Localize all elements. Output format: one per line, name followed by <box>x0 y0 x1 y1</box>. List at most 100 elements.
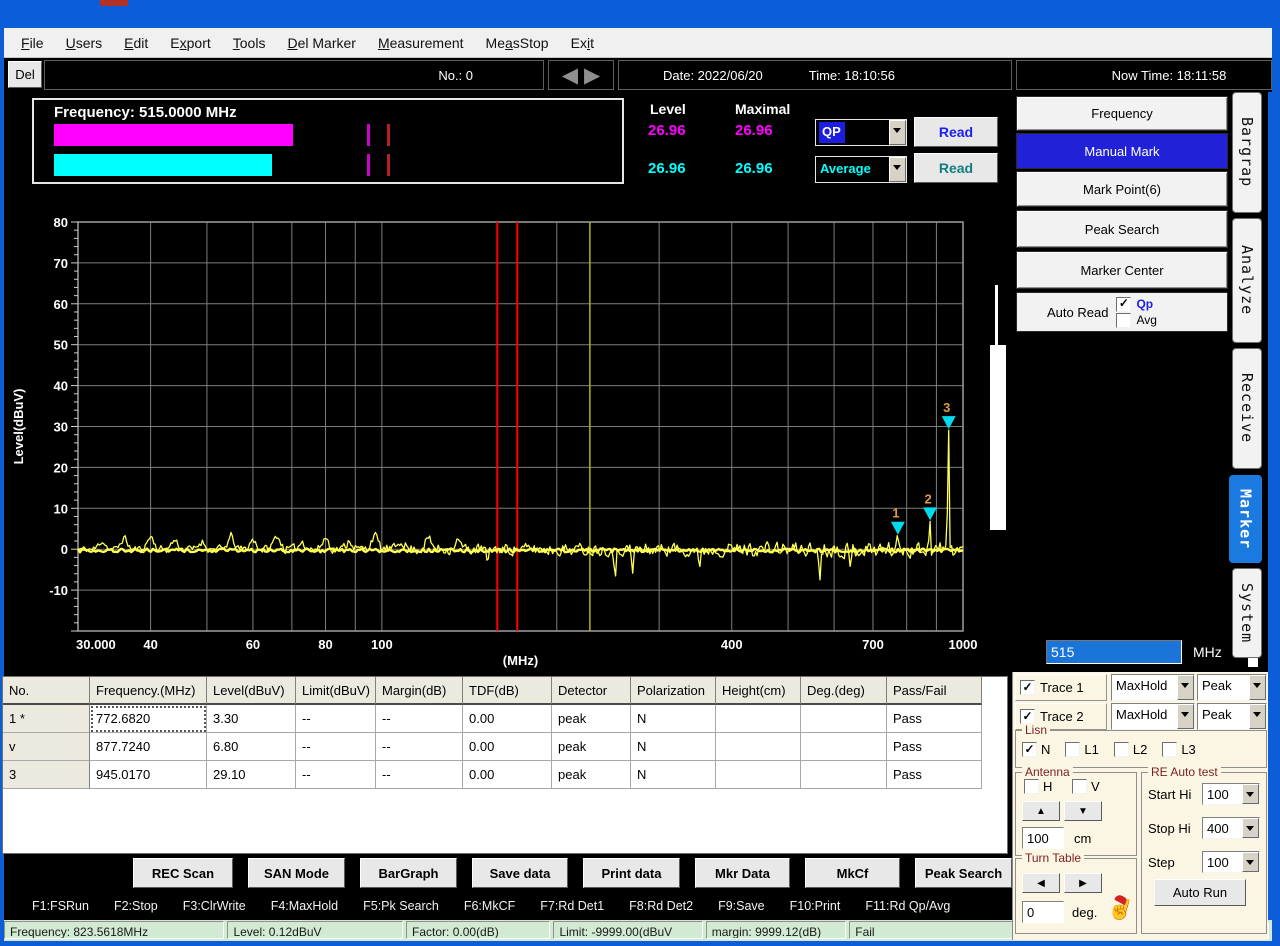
auto-run-button[interactable]: Auto Run <box>1154 879 1246 906</box>
menu-item-tools[interactable]: Tools <box>222 31 277 55</box>
table-cell[interactable]: peak <box>552 733 631 761</box>
table-cell[interactable] <box>801 761 887 789</box>
table-cell[interactable]: 0.00 <box>463 733 552 761</box>
table-cell[interactable]: 1 * <box>3 705 90 733</box>
table-cell[interactable]: 877.7240 <box>90 733 207 761</box>
table-cell[interactable]: N <box>631 733 716 761</box>
dropdown-arrow-icon[interactable] <box>1242 784 1259 804</box>
table-cell[interactable]: 29.10 <box>207 761 296 789</box>
lisn-n-checkbox[interactable]: ✓ <box>1022 742 1037 757</box>
dropdown-arrow-icon[interactable] <box>1249 675 1266 700</box>
menu-item-measurement[interactable]: Measurement <box>367 31 475 55</box>
table-cell[interactable]: peak <box>552 761 631 789</box>
menu-item-exit[interactable]: Exit <box>560 31 605 55</box>
trace-2-mode-dropdown[interactable]: MaxHold <box>1111 703 1195 730</box>
start-hi-dropdown[interactable]: 100 <box>1202 783 1260 805</box>
table-cell[interactable]: -- <box>296 761 376 789</box>
lisn-l1-checkbox[interactable]: ✓ <box>1065 742 1080 757</box>
trace-1-toggle[interactable]: ✓Trace 1 <box>1015 674 1107 701</box>
trace-2-checkbox[interactable]: ✓ <box>1020 709 1035 724</box>
sidebar-item-marker-center[interactable]: Marker Center <box>1016 251 1228 289</box>
lisn-l3-checkbox[interactable]: ✓ <box>1162 742 1177 757</box>
trace-1-checkbox[interactable]: ✓ <box>1020 680 1035 695</box>
antenna-height-input[interactable]: 100 <box>1022 827 1064 849</box>
menu-item-export[interactable]: Export <box>159 31 221 55</box>
table-cell[interactable]: N <box>631 705 716 733</box>
table-cell[interactable]: -- <box>376 733 463 761</box>
lisn-l2-checkbox[interactable]: ✓ <box>1114 742 1129 757</box>
antenna-up-button[interactable]: ▲ <box>1022 801 1060 821</box>
table-cell[interactable]: 0.00 <box>463 761 552 789</box>
stop-hi-dropdown[interactable]: 400 <box>1202 817 1260 839</box>
table-cell[interactable]: Pass <box>887 705 982 733</box>
dropdown-arrow-icon[interactable] <box>889 157 906 182</box>
table-cell[interactable]: 3.30 <box>207 705 296 733</box>
table-cell[interactable] <box>716 761 801 789</box>
sidebar-item-mark-point-6[interactable]: Mark Point(6) <box>1016 171 1228 207</box>
menu-item-measstop[interactable]: MeasStop <box>475 31 560 55</box>
mkr-data-button[interactable]: Mkr Data <box>695 858 790 888</box>
qp-checkbox[interactable]: ✓ <box>1116 297 1131 312</box>
table-cell[interactable] <box>801 733 887 761</box>
menu-item-file[interactable]: File <box>10 31 55 55</box>
antenna-h-checkbox[interactable]: ✓ <box>1024 779 1039 794</box>
tab-receive[interactable]: Receive <box>1232 348 1262 469</box>
prev-record-icon[interactable]: ◀ <box>562 65 578 86</box>
table-cell[interactable] <box>801 705 887 733</box>
dropdown-arrow-icon[interactable] <box>1177 675 1194 700</box>
sidebar-item-frequency[interactable]: Frequency <box>1016 96 1228 131</box>
read-qp-button[interactable]: Read <box>914 117 998 147</box>
next-record-icon[interactable]: ▶ <box>584 65 600 86</box>
rec-scan-button[interactable]: REC Scan <box>133 858 233 888</box>
dropdown-arrow-icon[interactable] <box>1249 704 1266 729</box>
table-cell[interactable]: 3 <box>3 761 90 789</box>
table-cell[interactable]: v <box>3 733 90 761</box>
mkcf-button[interactable]: MkCf <box>805 858 900 888</box>
table-cell[interactable]: -- <box>296 733 376 761</box>
table-cell[interactable]: 6.80 <box>207 733 296 761</box>
san-mode-button[interactable]: SAN Mode <box>248 858 345 888</box>
tab-analyze[interactable]: Analyze <box>1232 218 1262 343</box>
menu-item-users[interactable]: Users <box>55 31 114 55</box>
trace-1-detector-dropdown[interactable]: Peak <box>1197 674 1267 701</box>
dropdown-arrow-icon[interactable] <box>1242 818 1259 838</box>
table-cell[interactable]: Pass <box>887 761 982 789</box>
tab-marker[interactable]: Marker <box>1229 475 1262 563</box>
avg-checkbox[interactable]: ✓ <box>1116 313 1131 328</box>
sidebar-item-manual-mark[interactable]: Manual Mark <box>1016 133 1228 169</box>
sidebar-item-peak-search[interactable]: Peak Search <box>1016 210 1228 248</box>
tab-system[interactable]: System <box>1232 568 1262 658</box>
antenna-v-checkbox[interactable]: ✓ <box>1072 779 1087 794</box>
peak-search-button[interactable]: Peak Search <box>915 858 1012 888</box>
tab-bargrap[interactable]: Bargrap <box>1232 92 1262 213</box>
del-button[interactable]: Del <box>8 61 42 88</box>
table-cell[interactable]: -- <box>376 705 463 733</box>
table-cell[interactable] <box>716 733 801 761</box>
table-cell[interactable]: N <box>631 761 716 789</box>
table-cell[interactable]: 772.6820 <box>90 705 207 733</box>
turntable-left-button[interactable]: ◀ <box>1022 873 1060 893</box>
table-cell[interactable]: peak <box>552 705 631 733</box>
table-cell[interactable]: 945.0170 <box>90 761 207 789</box>
table-cell[interactable]: -- <box>296 705 376 733</box>
table-cell[interactable] <box>716 705 801 733</box>
dropdown-arrow-icon[interactable] <box>1242 852 1259 872</box>
menu-item-edit[interactable]: Edit <box>113 31 159 55</box>
turntable-right-button[interactable]: ▶ <box>1064 873 1102 893</box>
save-data-button[interactable]: Save data <box>472 858 568 888</box>
bargraph-button[interactable]: BarGraph <box>360 858 457 888</box>
dropdown-arrow-icon[interactable] <box>889 120 906 145</box>
detector1-dropdown[interactable]: QP <box>815 119 907 146</box>
read-avg-button[interactable]: Read <box>914 153 998 183</box>
chart-scrollbar-thumb[interactable] <box>990 345 1006 530</box>
dropdown-arrow-icon[interactable] <box>1177 704 1194 729</box>
table-cell[interactable]: -- <box>376 761 463 789</box>
table-cell[interactable]: 0.00 <box>463 705 552 733</box>
menu-item-del-marker[interactable]: Del Marker <box>276 31 366 55</box>
print-data-button[interactable]: Print data <box>583 858 680 888</box>
turntable-angle-input[interactable]: 0 <box>1022 901 1064 923</box>
antenna-down-button[interactable]: ▼ <box>1064 801 1102 821</box>
trace-1-mode-dropdown[interactable]: MaxHold <box>1111 674 1195 701</box>
step-dropdown[interactable]: 100 <box>1202 851 1260 873</box>
table-cell[interactable]: Pass <box>887 733 982 761</box>
